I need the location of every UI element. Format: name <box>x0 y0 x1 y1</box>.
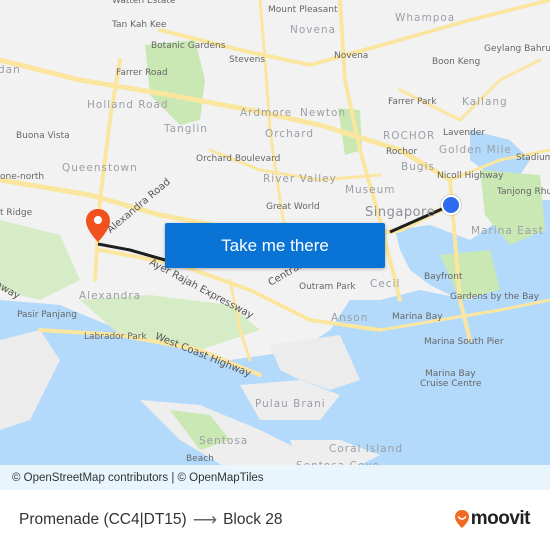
map-label: Marina South Pier <box>424 337 504 347</box>
destination-name: Block 28 <box>223 511 283 528</box>
map-label: Pasir Panjang <box>17 310 77 320</box>
map-label: Marina East <box>471 225 544 237</box>
map-label: dan <box>0 64 21 76</box>
map-label: Orchard Boulevard <box>196 154 281 164</box>
map-label: Coral Island <box>329 443 404 455</box>
map-label: Labrador Park <box>84 332 147 342</box>
destination-pin-icon[interactable] <box>85 208 111 244</box>
map-label: Novena <box>334 51 369 61</box>
arrow-right-icon: ⟶ <box>192 510 218 529</box>
brand-name: moovit <box>470 508 531 529</box>
map-label: Kallang <box>462 96 508 108</box>
map-label: Great World <box>266 202 320 212</box>
map-label: Cruise Centre <box>420 379 482 389</box>
map-label: Stadium <box>516 153 550 163</box>
map-label: Novena <box>290 24 337 36</box>
attribution-text[interactable]: © OpenStreetMap contributors | © OpenMap… <box>12 472 264 484</box>
map-label: Whampoa <box>395 12 456 24</box>
map-label: Lavender <box>443 128 486 138</box>
map-label: Botanic Gardens <box>151 41 226 51</box>
map-label: Rochor <box>386 147 418 157</box>
map-label: Ardmore <box>240 107 293 119</box>
map-label: one-north <box>0 172 45 182</box>
map-label: ROCHOR <box>383 130 436 142</box>
map-label: Farrer Road <box>116 68 168 78</box>
moovit-logo[interactable]: moovit <box>454 508 531 530</box>
map-label: Stevens <box>229 55 266 65</box>
map-label: Watten Estate <box>112 0 176 6</box>
map-label: Alexandra <box>79 290 142 302</box>
map-label: Buona Vista <box>16 131 70 141</box>
botanic-gardens-park <box>145 40 205 125</box>
map-label: Boon Keng <box>432 57 481 67</box>
map-attribution[interactable]: © OpenStreetMap contributors | © OpenMap… <box>0 465 550 490</box>
map-label: Golden Mile <box>439 144 512 156</box>
map-label: Bugis <box>401 161 435 173</box>
map-label: Tan Kah Kee <box>112 20 167 30</box>
map-label: Tanjong Rhu <box>497 187 550 197</box>
map-label: Holland Road <box>87 99 169 111</box>
map-label: Outram Park <box>299 282 356 292</box>
map-label: Museum <box>345 184 396 196</box>
map-label: Nicoll Highway <box>437 171 504 181</box>
origin-marker[interactable] <box>441 195 461 215</box>
map-label: Anson <box>331 312 369 324</box>
map-label: Marina Bay <box>392 312 443 322</box>
origin-name: Promenade (CC4|DT15) <box>19 511 187 528</box>
moovit-pin-icon <box>454 510 469 528</box>
footer: Promenade (CC4|DT15) ⟶ Block 28 moovit <box>0 490 550 550</box>
map-label: Mount Pleasant <box>268 5 338 15</box>
map-label: Cecil <box>370 278 401 290</box>
route-title: Promenade (CC4|DT15) ⟶ Block 28 <box>19 510 283 530</box>
map-label: t Ridge <box>0 208 33 218</box>
map-label: Gardens by the Bay <box>450 292 540 302</box>
map-label: Pulau Brani <box>255 398 326 410</box>
map-label: Beach <box>186 454 214 464</box>
map-label: Sentosa <box>199 435 249 447</box>
map-label: River Valley <box>263 173 337 185</box>
map-label: Orchard <box>265 128 315 140</box>
map[interactable]: Watten Estate Mount Pleasant Whampoa Tan… <box>0 0 550 490</box>
map-label: Farrer Park <box>388 97 437 107</box>
map-label: Bayfront <box>424 272 463 282</box>
map-label: Newton <box>300 107 347 119</box>
map-label: Geylang Bahru <box>484 44 550 54</box>
take-me-there-button[interactable]: Take me there <box>165 223 385 268</box>
map-label: Tanglin <box>164 123 208 135</box>
map-label: Marina Bay <box>425 369 476 379</box>
map-label: Queenstown <box>62 162 138 174</box>
map-label: Singapore <box>365 205 436 220</box>
